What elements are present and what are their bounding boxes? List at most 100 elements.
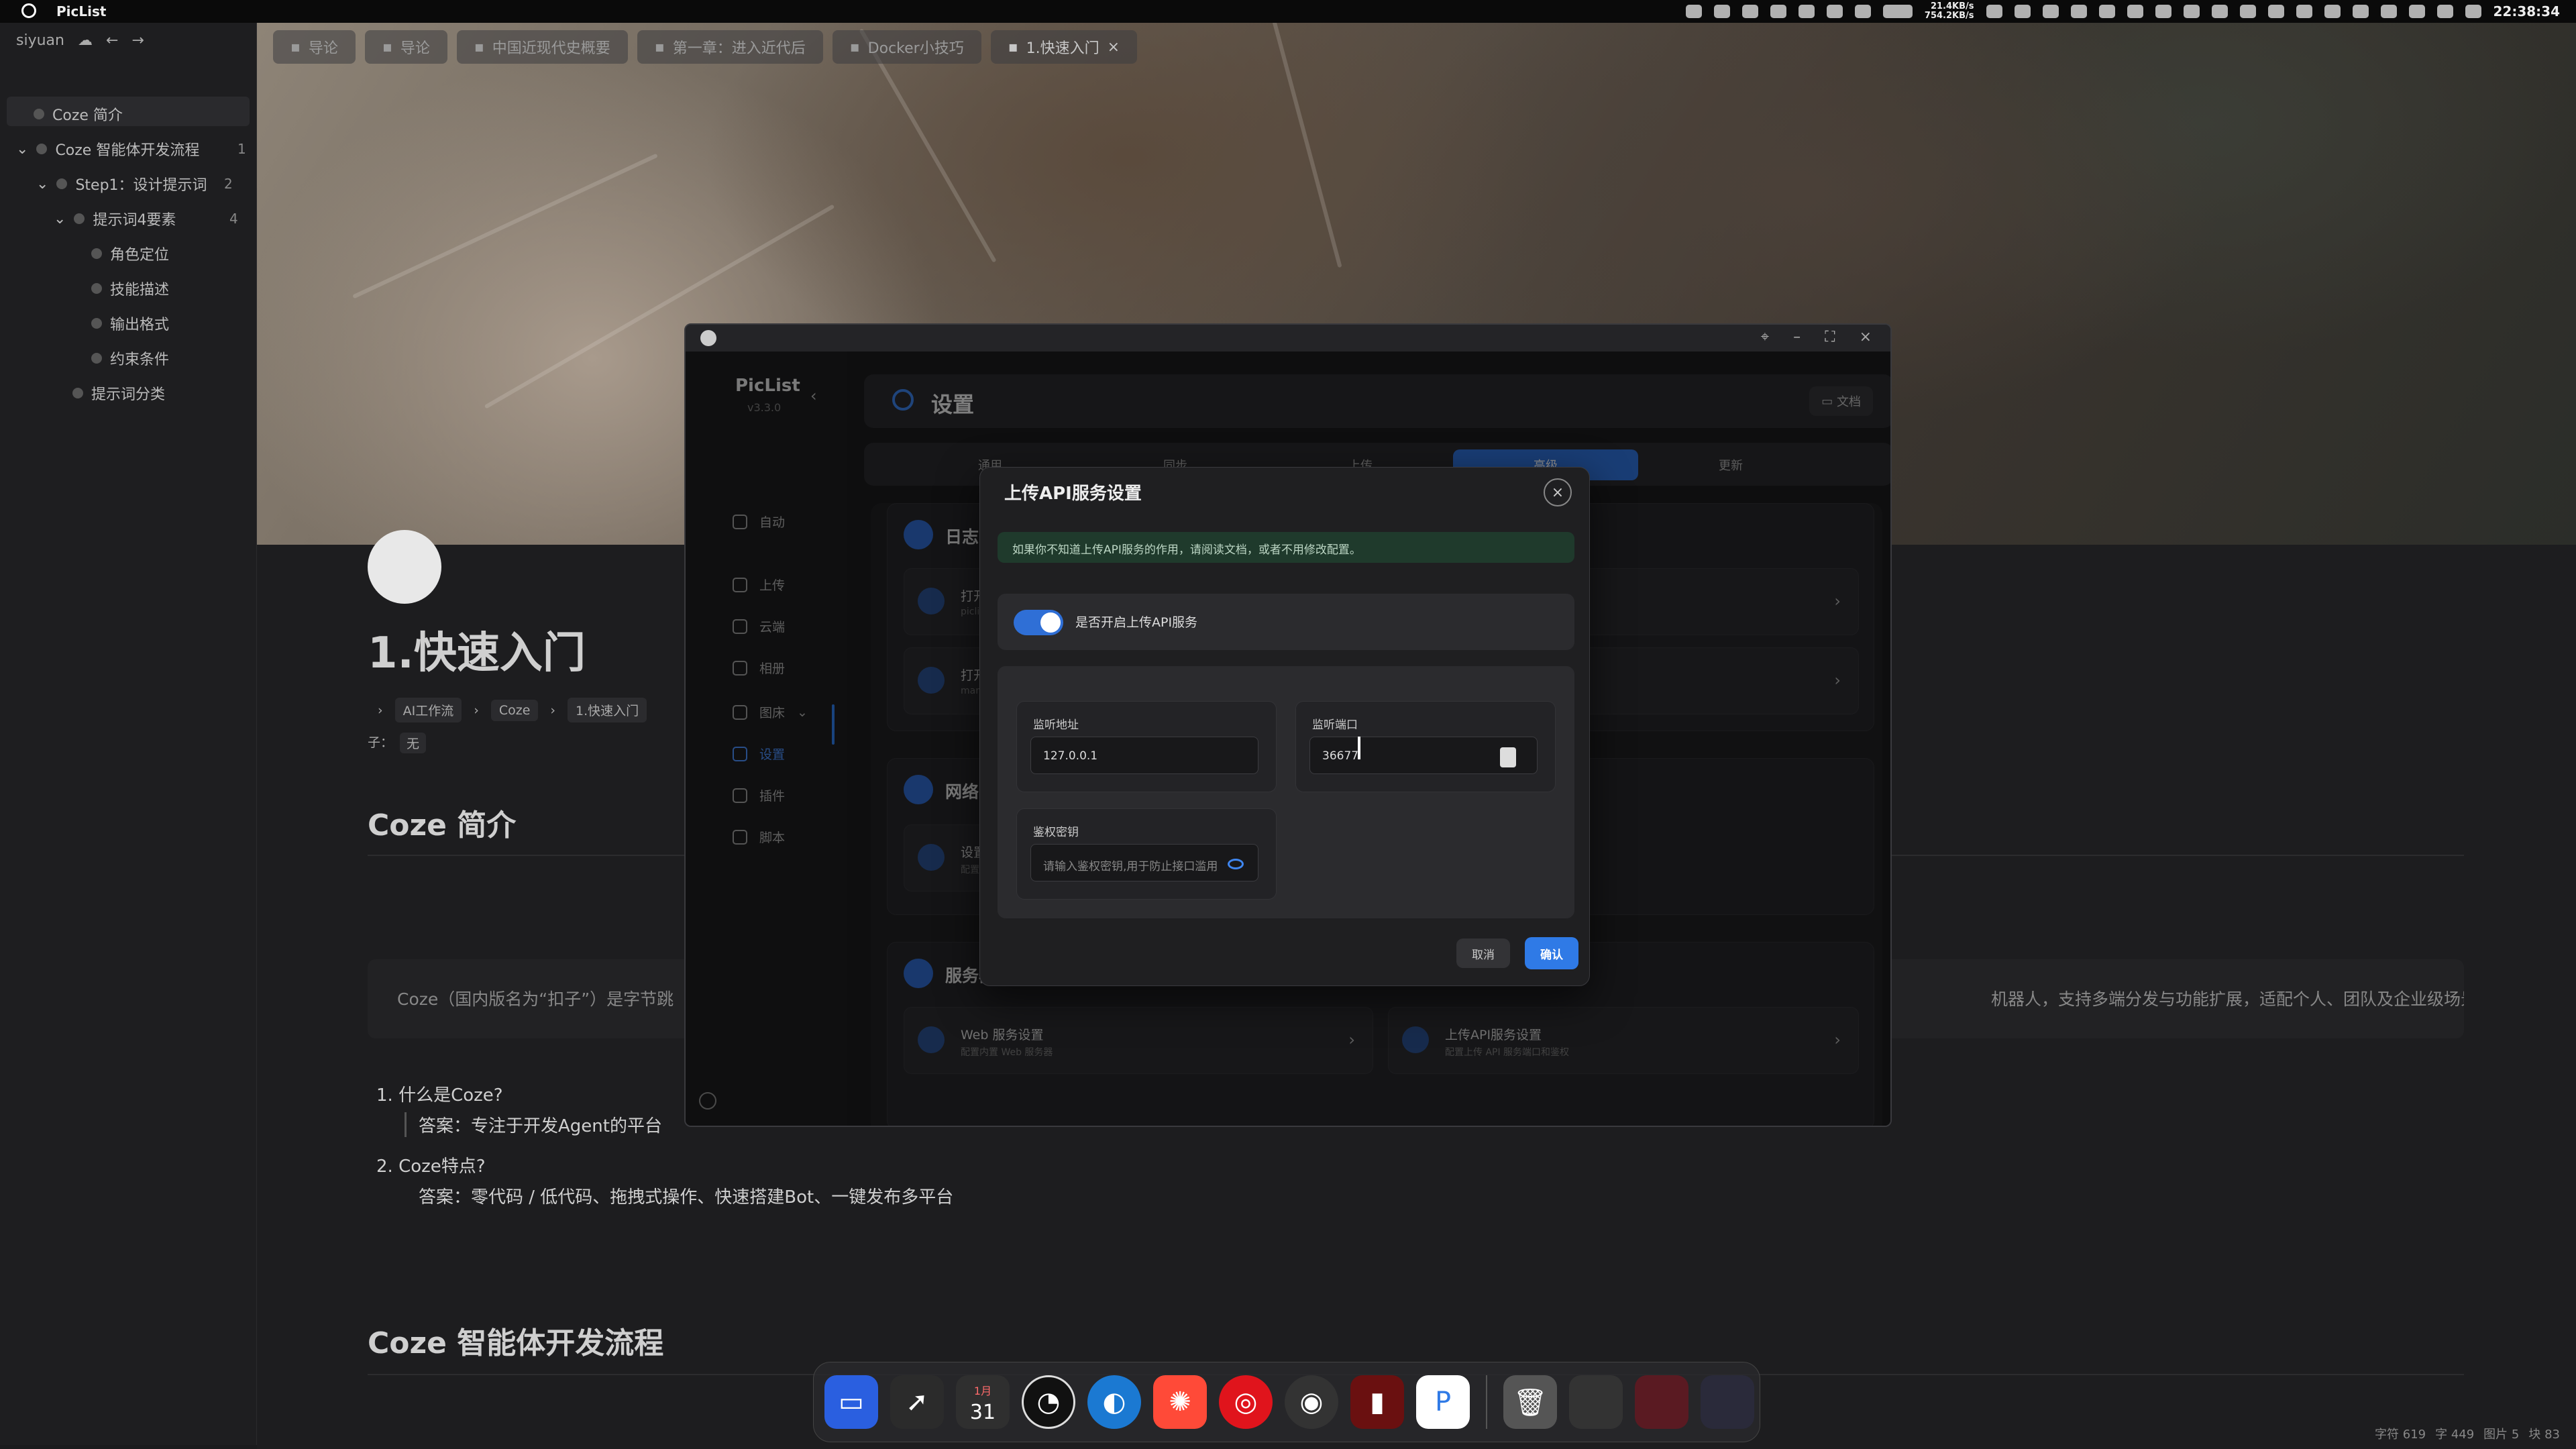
breadcrumb-item[interactable]: AI工作流 [394, 698, 462, 722]
screen-time-icon[interactable]: ✺ [1153, 1375, 1207, 1429]
battery-icon[interactable] [1882, 5, 1913, 18]
microphone-icon[interactable] [2324, 5, 2341, 18]
red-app-icon[interactable]: ▮ [1350, 1375, 1404, 1429]
status-icon[interactable] [1826, 5, 1843, 18]
toggle-knob [1040, 612, 1061, 633]
outline-item[interactable]: 输出格式 [91, 313, 169, 334]
status-icon[interactable] [2070, 5, 2087, 18]
list-answer[interactable]: 答案：零代码 / 低代码、拖拽式操作、快速搭建Bot、一键发布多平台 [405, 1183, 953, 1208]
tab[interactable]: ▪ 第一章：进入近代后 [637, 30, 823, 64]
cancel-button[interactable]: 取消 [1456, 938, 1510, 968]
list-answer[interactable]: 答案：专注于开发Agent的平台 [405, 1112, 662, 1137]
clock[interactable]: 22:38:34 [2493, 3, 2561, 19]
chevron-down-icon[interactable]: ⌄ [36, 176, 48, 193]
back-icon[interactable]: ← [106, 32, 118, 49]
list-item[interactable]: 2. Coze特点? [376, 1152, 486, 1177]
calendar-icon[interactable]: 1月 31 [956, 1375, 1010, 1429]
secret-input[interactable]: 请输入鉴权密钥,用于防止接口滥用 [1030, 844, 1258, 881]
outline-item[interactable]: 技能描述 [91, 278, 169, 299]
tab[interactable]: ▪ 导论 [364, 30, 447, 64]
eye-icon[interactable] [1228, 859, 1244, 869]
status-icon[interactable] [1685, 5, 1702, 18]
status-icon[interactable] [2239, 5, 2256, 18]
control-center-icon[interactable] [2465, 5, 2481, 18]
status-icon[interactable] [1770, 5, 1786, 18]
tab[interactable]: ▪ 导论 [273, 30, 356, 64]
tab-active[interactable]: ▪ 1.快速入门 × [990, 30, 1138, 64]
chevron-down-icon[interactable]: ⌄ [16, 141, 28, 158]
status-icon[interactable] [2267, 5, 2284, 18]
outline-item[interactable]: Coze 简介 [34, 103, 123, 125]
status-icon[interactable] [2098, 5, 2115, 18]
chevron-down-icon[interactable]: ⌄ [54, 211, 66, 227]
moon-icon[interactable] [1854, 5, 1871, 18]
status-icon[interactable] [2155, 5, 2171, 18]
fullscreen-icon[interactable]: ⛶ [1825, 329, 1835, 345]
active-app-name[interactable]: PicList [56, 3, 106, 19]
obs-icon[interactable]: ◉ [1285, 1375, 1338, 1429]
status-icon[interactable] [2296, 5, 2312, 18]
chevron-right-icon: › [378, 702, 383, 718]
close-icon[interactable]: × [1108, 39, 1120, 56]
attribute-value[interactable]: 无 [400, 733, 427, 753]
window-controls: ⌖ – ⛶ × [1761, 329, 1872, 345]
launchpad-rocket-icon[interactable]: ➚ [890, 1375, 944, 1429]
doc-emoji-icon[interactable] [368, 530, 441, 604]
outline-item[interactable]: 提示词分类 [72, 382, 165, 404]
status-icon[interactable] [2014, 5, 2031, 18]
clock-icon[interactable]: ◔ [1022, 1375, 1075, 1429]
status-icon[interactable] [2127, 5, 2143, 18]
close-icon[interactable]: × [1544, 478, 1572, 506]
minimize-icon[interactable]: – [1793, 329, 1801, 345]
tab[interactable]: ▪ 中国近现代史概要 [456, 30, 628, 64]
window-titlebar[interactable]: ⌖ – ⛶ × [686, 325, 1890, 352]
outline-item[interactable]: ⌄ Coze 智能体开发流程 1 [16, 138, 258, 160]
page-title[interactable]: 1.快速入门 [368, 619, 586, 680]
piclist-dock-icon[interactable]: P [1416, 1375, 1470, 1429]
edge-browser-icon[interactable]: ◐ [1087, 1375, 1141, 1429]
trash-icon[interactable]: 🗑 [1503, 1375, 1557, 1429]
listen-address-input[interactable]: 127.0.0.1 [1030, 737, 1258, 774]
tab[interactable]: ▪ Docker小技巧 [832, 30, 981, 64]
search-icon[interactable] [2436, 5, 2453, 18]
workspace-name[interactable]: siyuan [16, 32, 64, 49]
status-icon[interactable] [2042, 5, 2059, 18]
minimized-window-icon[interactable] [1569, 1375, 1623, 1429]
wifi-icon[interactable] [2380, 5, 2397, 18]
outline-item[interactable]: 角色定位 [91, 243, 169, 264]
breadcrumb-item[interactable]: 1.快速入门 [568, 698, 647, 722]
minimized-window-icon[interactable] [1635, 1375, 1688, 1429]
status-icon[interactable] [2183, 5, 2200, 18]
enable-api-toggle[interactable] [1014, 610, 1063, 635]
forward-icon[interactable]: → [131, 32, 144, 49]
doc-icon: ▪ [1008, 38, 1018, 56]
field-label: 监听端口 [1312, 718, 1358, 732]
finder-icon[interactable]: ▭ [824, 1375, 878, 1429]
outline-item[interactable]: ⌄ 提示词4要素 4 [54, 208, 255, 229]
minimized-window-icon[interactable] [1701, 1375, 1754, 1429]
apple-menu-icon[interactable] [21, 3, 36, 18]
status-icon[interactable] [1713, 5, 1730, 18]
close-icon[interactable]: × [1860, 329, 1872, 345]
status-icon[interactable] [2211, 5, 2228, 18]
outline-count: 2 [224, 176, 233, 192]
port-stepper[interactable] [1500, 747, 1516, 767]
status-icon[interactable] [1798, 5, 1815, 18]
heading-flow[interactable]: Coze 智能体开发流程 [368, 1319, 663, 1362]
volume-icon[interactable] [2408, 5, 2425, 18]
tab-label: 1.快速入门 [1026, 40, 1099, 57]
breadcrumb-item[interactable]: Coze [490, 699, 539, 721]
heading-dot-icon [36, 144, 48, 154]
status-icon[interactable] [1986, 5, 2002, 18]
heading-intro[interactable]: Coze 简介 [368, 801, 516, 844]
status-icon[interactable] [1741, 5, 1758, 18]
netease-music-icon[interactable]: ◎ [1219, 1375, 1273, 1429]
outline-item[interactable]: 约束条件 [91, 347, 169, 369]
confirm-button[interactable]: 确认 [1525, 937, 1578, 969]
list-item[interactable]: 1. 什么是Coze? [376, 1081, 503, 1106]
pin-icon[interactable]: ⌖ [1761, 329, 1769, 345]
outline-item[interactable]: ⌄ Step1：设计提示词 2 [36, 173, 258, 195]
paragraph-tail: 机器人，支持多端分发与功能扩展，适配个人、团队及企业级场景。 [1991, 989, 2464, 1009]
bluetooth-icon[interactable] [2352, 5, 2369, 18]
cloud-icon[interactable]: ☁ [78, 32, 93, 49]
